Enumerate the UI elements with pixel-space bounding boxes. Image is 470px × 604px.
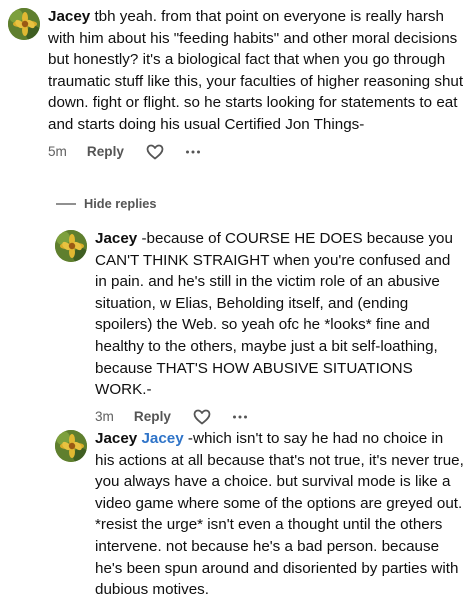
avatar[interactable]	[55, 230, 87, 262]
more-button[interactable]	[229, 407, 251, 427]
comment-actions: 3m Reply	[95, 407, 465, 427]
like-button[interactable]	[191, 407, 213, 427]
comment-text: Jacey tbh yeah. from that point on every…	[48, 6, 466, 136]
flower-avatar-icon	[8, 8, 40, 40]
comment-timestamp[interactable]: 3m	[95, 409, 114, 424]
more-button[interactable]	[182, 142, 204, 162]
flower-avatar-icon	[55, 230, 87, 262]
comment-body: tbh yeah. from that point on everyone is…	[48, 8, 468, 133]
comment: Jacey tbh yeah. from that point on every…	[8, 6, 466, 162]
comment-body: -because of COURSE HE DOES because you C…	[95, 230, 458, 399]
reply-button[interactable]: Reply	[87, 144, 124, 159]
mention-link[interactable]: Jacey	[141, 430, 183, 447]
hide-replies-button[interactable]: Hide replies	[56, 196, 157, 211]
comment-text: Jacey Jacey -which isn't to say he had n…	[95, 428, 465, 601]
reply-comment: Jacey Jacey -which isn't to say he had n…	[55, 428, 465, 601]
hide-replies-label: Hide replies	[84, 196, 157, 211]
like-button[interactable]	[144, 142, 166, 162]
comment-text: Jacey -because of COURSE HE DOES because…	[95, 228, 465, 401]
comment-timestamp[interactable]: 5m	[48, 144, 67, 159]
comment-actions: 5m Reply	[48, 142, 466, 162]
comment-author[interactable]: Jacey	[95, 230, 137, 247]
reply-button[interactable]: Reply	[134, 409, 171, 424]
comment-content: Jacey tbh yeah. from that point on every…	[48, 6, 466, 162]
more-horizontal-icon	[185, 150, 200, 154]
comment-author[interactable]: Jacey	[48, 8, 90, 25]
reply-comment: Jacey -because of COURSE HE DOES because…	[55, 228, 465, 427]
comment-author[interactable]: Jacey	[95, 430, 137, 447]
flower-avatar-icon	[55, 430, 87, 462]
heart-outline-icon	[193, 409, 211, 425]
more-horizontal-icon	[232, 415, 247, 419]
avatar[interactable]	[55, 430, 87, 462]
comment-body: -which isn't to say he had no choice in …	[95, 430, 469, 599]
hide-replies-dash	[56, 202, 76, 205]
comment-content: Jacey Jacey -which isn't to say he had n…	[95, 428, 465, 601]
comment-content: Jacey -because of COURSE HE DOES because…	[95, 228, 465, 427]
heart-outline-icon	[146, 144, 164, 159]
comment-thread: Jacey tbh yeah. from that point on every…	[0, 0, 470, 604]
avatar[interactable]	[8, 8, 40, 40]
